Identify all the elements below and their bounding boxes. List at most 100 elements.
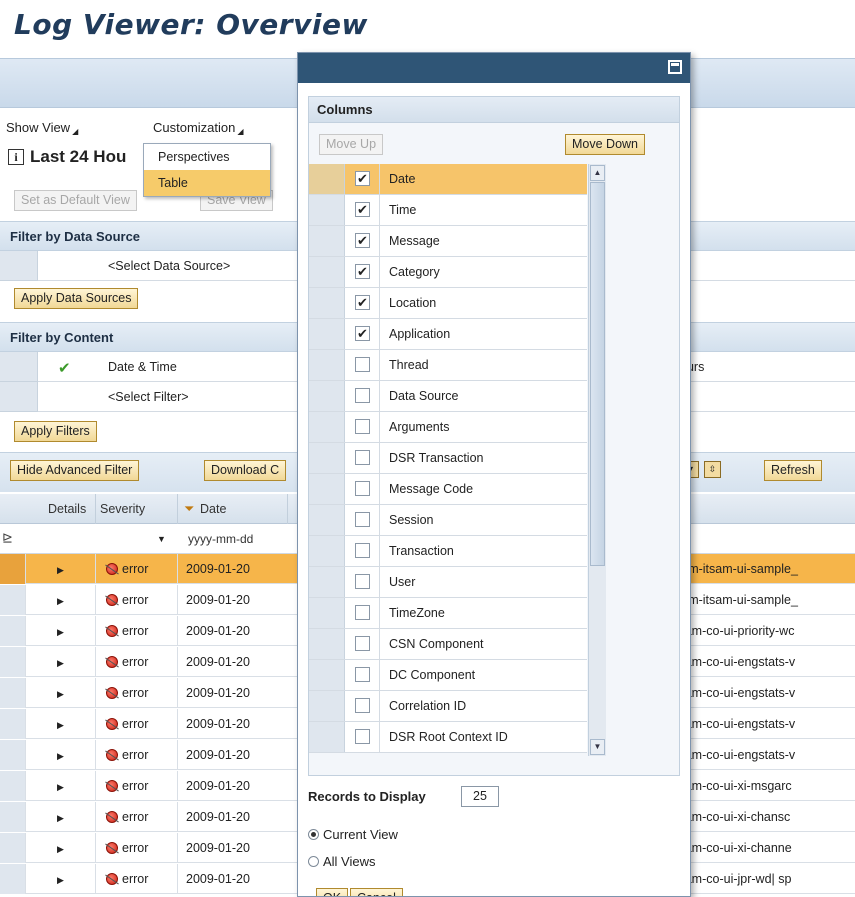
ok-button[interactable]: OK bbox=[316, 888, 349, 896]
row-handle[interactable] bbox=[309, 412, 345, 442]
col-header-severity[interactable]: Severity bbox=[96, 494, 178, 524]
move-down-button[interactable]: Move Down bbox=[565, 134, 645, 155]
expand-row[interactable]: ▶ bbox=[26, 833, 96, 863]
expand-row[interactable]: ▶ bbox=[26, 709, 96, 739]
row-handle[interactable] bbox=[309, 598, 345, 628]
row-selector[interactable] bbox=[0, 647, 26, 677]
column-option[interactable]: TimeZone bbox=[309, 598, 587, 629]
info-icon[interactable]: i bbox=[8, 149, 24, 165]
column-checkbox[interactable] bbox=[355, 729, 370, 744]
expand-arrow-icon[interactable]: ▶ bbox=[57, 627, 64, 637]
row-selector[interactable] bbox=[0, 771, 26, 801]
column-checkbox[interactable]: ✔ bbox=[355, 326, 370, 341]
expand-arrow-icon[interactable]: ▶ bbox=[57, 565, 64, 575]
row-selector[interactable] bbox=[0, 709, 26, 739]
expand-row[interactable]: ▶ bbox=[26, 802, 96, 832]
radio-current-view[interactable]: Current View bbox=[308, 827, 398, 842]
column-checkbox[interactable]: ✔ bbox=[355, 202, 370, 217]
expand-arrow-icon[interactable]: ▶ bbox=[57, 875, 64, 885]
row-handle[interactable] bbox=[309, 443, 345, 473]
column-option[interactable]: Arguments bbox=[309, 412, 587, 443]
expand-row[interactable]: ▶ bbox=[26, 864, 96, 894]
apply-filters-button[interactable]: Apply Filters bbox=[14, 421, 97, 442]
expand-arrow-icon[interactable]: ▶ bbox=[57, 720, 64, 730]
customization-menu[interactable]: Customization ◢ bbox=[153, 120, 244, 136]
row-handle[interactable] bbox=[309, 319, 345, 349]
row-selector[interactable] bbox=[0, 802, 26, 832]
row-handle[interactable] bbox=[309, 722, 345, 752]
column-option[interactable]: ✔ Category bbox=[309, 257, 587, 288]
column-option[interactable]: ✔ Location bbox=[309, 288, 587, 319]
expand-row[interactable]: ▶ bbox=[26, 740, 96, 770]
expand-row[interactable]: ▶ bbox=[26, 771, 96, 801]
expand-arrow-icon[interactable]: ▶ bbox=[57, 689, 64, 699]
expand-row[interactable]: ▶ bbox=[26, 647, 96, 677]
scroll-down-icon[interactable]: ▼ bbox=[590, 739, 605, 755]
row-handle[interactable] bbox=[309, 381, 345, 411]
column-option[interactable]: ✔ Date bbox=[309, 164, 587, 195]
column-option[interactable]: CSN Component bbox=[309, 629, 587, 660]
radio-all-views[interactable]: All Views bbox=[308, 854, 376, 869]
expand-row[interactable]: ▶ bbox=[26, 554, 96, 584]
column-checkbox[interactable]: ✔ bbox=[355, 295, 370, 310]
column-option[interactable]: ✔ Application bbox=[309, 319, 587, 350]
hide-advanced-filter-button[interactable]: Hide Advanced Filter bbox=[10, 460, 140, 481]
row-handle[interactable] bbox=[309, 195, 345, 225]
column-checkbox[interactable] bbox=[355, 667, 370, 682]
column-option[interactable]: Transaction bbox=[309, 536, 587, 567]
row-handle[interactable] bbox=[309, 288, 345, 318]
col-header-details[interactable]: Details bbox=[26, 494, 96, 524]
row-handle[interactable] bbox=[309, 691, 345, 721]
scroll-up-icon[interactable]: ▲ bbox=[590, 165, 605, 181]
row-selector[interactable] bbox=[0, 585, 26, 615]
column-option[interactable]: Thread bbox=[309, 350, 587, 381]
column-option[interactable]: Session bbox=[309, 505, 587, 536]
download-button[interactable]: Download C bbox=[204, 460, 287, 481]
menu-item-perspectives[interactable]: Perspectives bbox=[144, 144, 270, 170]
column-checkbox[interactable] bbox=[355, 512, 370, 527]
filter-settings-icon[interactable]: ⊵ bbox=[2, 530, 13, 546]
column-option[interactable]: ✔ Message bbox=[309, 226, 587, 257]
row-handle[interactable] bbox=[309, 350, 345, 380]
column-checkbox[interactable]: ✔ bbox=[355, 171, 370, 186]
column-checkbox[interactable]: ✔ bbox=[355, 233, 370, 248]
row-selector[interactable] bbox=[0, 678, 26, 708]
column-option[interactable]: User bbox=[309, 567, 587, 598]
row-selector[interactable] bbox=[0, 833, 26, 863]
move-up-button[interactable]: Move Up bbox=[319, 134, 384, 155]
row-handle[interactable] bbox=[309, 226, 345, 256]
column-option[interactable]: DC Component bbox=[309, 660, 587, 691]
column-checkbox[interactable]: ✔ bbox=[355, 264, 370, 279]
row-handle[interactable] bbox=[309, 257, 345, 287]
column-checkbox[interactable] bbox=[355, 636, 370, 651]
cancel-button[interactable]: Cancel bbox=[350, 888, 403, 896]
severity-dropdown-icon[interactable]: ▼ bbox=[157, 524, 166, 554]
column-checkbox[interactable] bbox=[355, 574, 370, 589]
row-handle[interactable] bbox=[309, 629, 345, 659]
column-checkbox[interactable] bbox=[355, 698, 370, 713]
column-checkbox[interactable] bbox=[355, 543, 370, 558]
column-checkbox[interactable] bbox=[355, 481, 370, 496]
expand-arrow-icon[interactable]: ▶ bbox=[57, 751, 64, 761]
column-option[interactable]: Message Code bbox=[309, 474, 587, 505]
apply-data-sources-button[interactable]: Apply Data Sources bbox=[14, 288, 139, 309]
expand-row[interactable]: ▶ bbox=[26, 585, 96, 615]
column-option[interactable]: Data Source bbox=[309, 381, 587, 412]
row-selector[interactable] bbox=[0, 554, 26, 584]
records-input[interactable]: 25 bbox=[461, 786, 499, 807]
maximize-icon[interactable] bbox=[668, 60, 682, 74]
collapse-icon[interactable]: ⇳ bbox=[704, 461, 721, 478]
date-filter-input[interactable]: yyyy-mm-dd bbox=[188, 524, 253, 554]
expand-arrow-icon[interactable]: ▶ bbox=[57, 782, 64, 792]
row-handle[interactable] bbox=[309, 536, 345, 566]
refresh-button[interactable]: Refresh bbox=[764, 460, 822, 481]
set-default-view-button[interactable]: Set as Default View bbox=[14, 190, 137, 211]
expand-row[interactable]: ▶ bbox=[26, 678, 96, 708]
row-handle[interactable] bbox=[309, 660, 345, 690]
row-selector[interactable] bbox=[0, 616, 26, 646]
scroll-thumb[interactable] bbox=[590, 182, 605, 566]
column-checkbox[interactable] bbox=[355, 419, 370, 434]
column-option[interactable]: DSR Transaction bbox=[309, 443, 587, 474]
row-handle[interactable] bbox=[309, 567, 345, 597]
column-checkbox[interactable] bbox=[355, 450, 370, 465]
